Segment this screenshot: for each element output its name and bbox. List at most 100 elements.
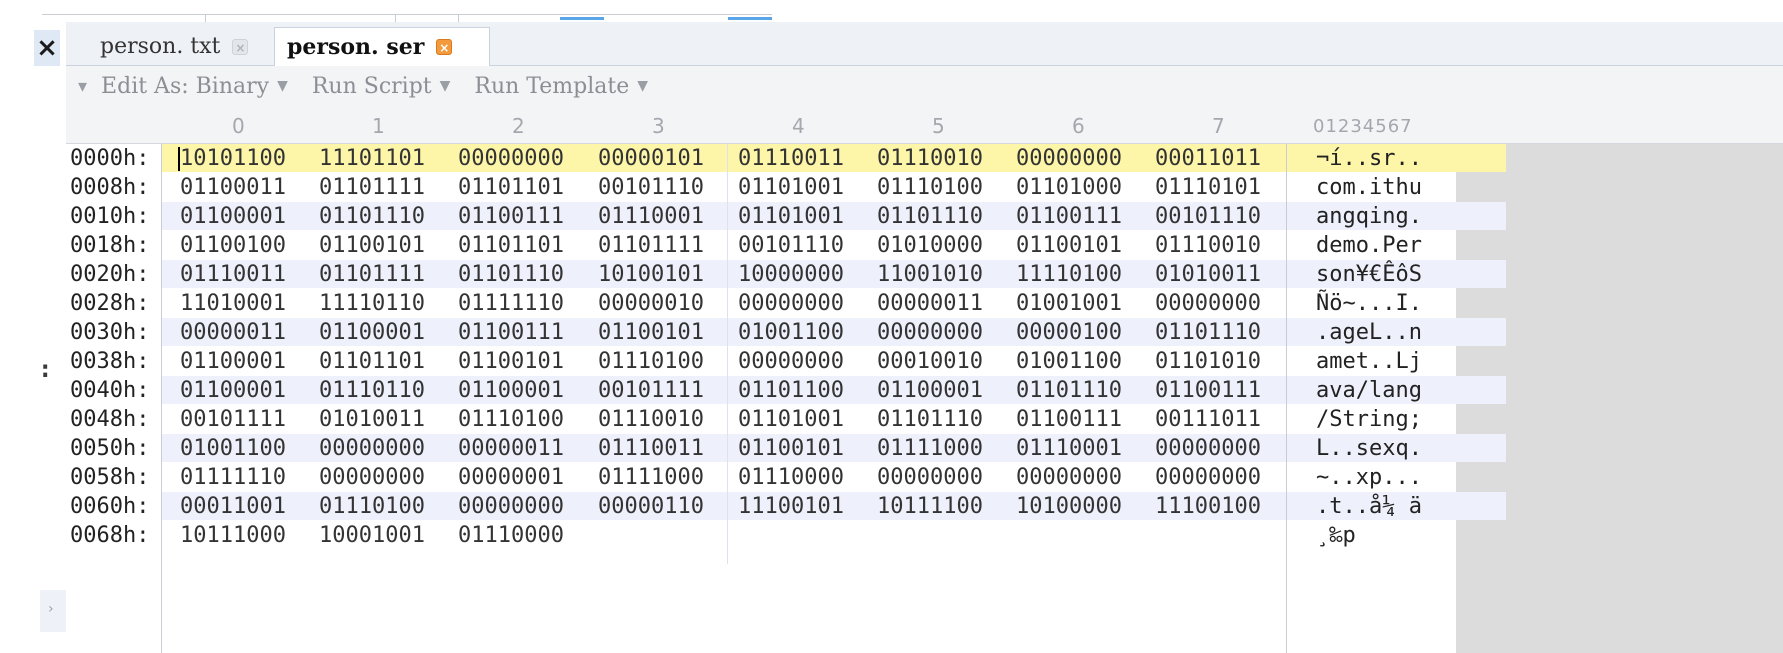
byte-cell[interactable]: 01101101 [319,349,425,374]
byte-cell[interactable]: 11100101 [738,494,844,519]
run-template-dropdown[interactable]: Run Template ▼ [474,74,648,99]
ascii-cell[interactable]: ¸‰p [1286,521,1506,549]
byte-cell[interactable]: 01100111 [458,320,564,345]
byte-cell[interactable]: 00000000 [877,320,983,345]
byte-cell[interactable]: 10101100 [180,146,286,171]
byte-cell[interactable]: 01100101 [319,233,425,258]
byte-cell[interactable]: 01110011 [598,436,704,461]
byte-cell[interactable]: 11110100 [1016,262,1122,287]
byte-cell[interactable]: 01101001 [738,204,844,229]
byte-cell[interactable]: 01100111 [1016,407,1122,432]
byte-cell[interactable]: 01110011 [738,146,844,171]
byte-cell[interactable]: 00101111 [598,378,704,403]
byte-cell[interactable]: 11010001 [180,291,286,316]
byte-cell[interactable]: 01001100 [738,320,844,345]
byte-cell[interactable]: 10000000 [738,262,844,287]
byte-cell[interactable]: 01111110 [180,465,286,490]
byte-cell[interactable]: 01101110 [458,262,564,287]
byte-cell[interactable]: 01100001 [180,349,286,374]
byte-cell[interactable]: 01010011 [319,407,425,432]
byte-cell[interactable]: 01100011 [180,175,286,200]
byte-cell[interactable]: 11101101 [319,146,425,171]
byte-cell[interactable]: 01110110 [319,378,425,403]
byte-cell[interactable]: 00111011 [1155,407,1261,432]
byte-cell[interactable]: 00011001 [180,494,286,519]
ascii-cell[interactable]: amet..Lj [1286,347,1506,375]
byte-cell[interactable]: 01111110 [458,291,564,316]
byte-cell[interactable]: 01100111 [1016,204,1122,229]
byte-cell[interactable]: 01001100 [1016,349,1122,374]
byte-cell[interactable]: 00000000 [458,146,564,171]
byte-cell[interactable]: 01101110 [1016,378,1122,403]
byte-cell[interactable]: 10111100 [877,494,983,519]
byte-cell[interactable]: 01111000 [877,436,983,461]
byte-cell[interactable]: 01110000 [738,465,844,490]
byte-cell[interactable]: 01100111 [458,204,564,229]
byte-cell[interactable]: 01110000 [458,523,564,548]
byte-cell[interactable]: 00000000 [1155,465,1261,490]
ascii-cell[interactable]: com.ithu [1286,173,1506,201]
byte-cell[interactable]: 00000110 [598,494,704,519]
byte-cell[interactable]: 01100111 [1155,378,1261,403]
byte-cell[interactable]: 11001010 [877,262,983,287]
byte-cell[interactable]: 01101001 [738,175,844,200]
byte-cell[interactable]: 00101110 [738,233,844,258]
tab-person-ser[interactable]: person. ser × [274,27,490,66]
ascii-cell[interactable]: angqing. [1286,202,1506,230]
ascii-cell[interactable]: ava/lang [1286,376,1506,404]
byte-cell[interactable]: 00000000 [738,349,844,374]
byte-cell[interactable]: 01100101 [458,349,564,374]
byte-cell[interactable]: 01110010 [877,146,983,171]
byte-cell[interactable]: 00010010 [877,349,983,374]
ascii-cell[interactable]: /String; [1286,405,1506,433]
byte-cell[interactable]: 01101110 [319,204,425,229]
byte-cell[interactable]: 01110010 [1155,233,1261,258]
byte-cell[interactable]: 01110100 [598,349,704,374]
byte-cell[interactable]: 01101001 [738,407,844,432]
byte-cell[interactable]: 01110101 [1155,175,1261,200]
byte-cell[interactable]: 01101111 [598,233,704,258]
byte-cell[interactable]: 01110100 [877,175,983,200]
byte-cell[interactable]: 00101110 [598,175,704,200]
left-scroll-button[interactable]: › [40,590,66,632]
byte-cell[interactable]: 11110110 [319,291,425,316]
byte-cell[interactable]: 01100001 [877,378,983,403]
byte-cell[interactable]: 00000000 [319,436,425,461]
close-icon[interactable]: × [232,38,249,55]
byte-cell[interactable]: 01100001 [180,378,286,403]
byte-cell[interactable]: 00000000 [1155,436,1261,461]
byte-cell[interactable]: 01101110 [877,407,983,432]
byte-cell[interactable]: 00000000 [738,291,844,316]
byte-cell[interactable]: 01101101 [458,175,564,200]
close-icon[interactable]: × [34,30,60,66]
byte-cell[interactable]: 01100101 [1016,233,1122,258]
byte-cell[interactable]: 01001001 [1016,291,1122,316]
byte-cell[interactable]: 01010000 [877,233,983,258]
byte-cell[interactable]: 00000000 [458,494,564,519]
ascii-cell[interactable]: L..sexq. [1286,434,1506,462]
byte-cell[interactable]: 00000000 [1155,291,1261,316]
byte-cell[interactable]: 01001100 [180,436,286,461]
byte-cell[interactable]: 00000011 [458,436,564,461]
byte-cell[interactable]: 01101010 [1155,349,1261,374]
byte-cell[interactable]: 00000100 [1016,320,1122,345]
byte-cell[interactable]: 01101100 [738,378,844,403]
tab-person-txt[interactable]: person. txt × [88,27,274,66]
byte-cell[interactable]: 10001001 [319,523,425,548]
byte-cell[interactable]: 01101101 [458,233,564,258]
ascii-cell[interactable]: Ñö~...I. [1286,289,1506,317]
edit-as-dropdown[interactable]: Edit As: Binary ▼ [101,74,288,99]
byte-cell[interactable]: 00000000 [1016,146,1122,171]
byte-cell[interactable]: 00000000 [877,465,983,490]
ascii-cell[interactable]: son¥€ÊôS [1286,260,1506,288]
ascii-cell[interactable]: demo.Per [1286,231,1506,259]
toolbar-grip-icon[interactable]: ▾ [78,76,87,97]
byte-cell[interactable]: 01100001 [319,320,425,345]
byte-cell[interactable]: 00000000 [1016,465,1122,490]
byte-cell[interactable]: 01101000 [1016,175,1122,200]
ascii-cell[interactable]: ~..xp... [1286,463,1506,491]
byte-cell[interactable]: 01110100 [458,407,564,432]
byte-cell[interactable]: 00000011 [180,320,286,345]
byte-cell[interactable]: 00000001 [458,465,564,490]
close-icon[interactable]: × [436,39,453,55]
